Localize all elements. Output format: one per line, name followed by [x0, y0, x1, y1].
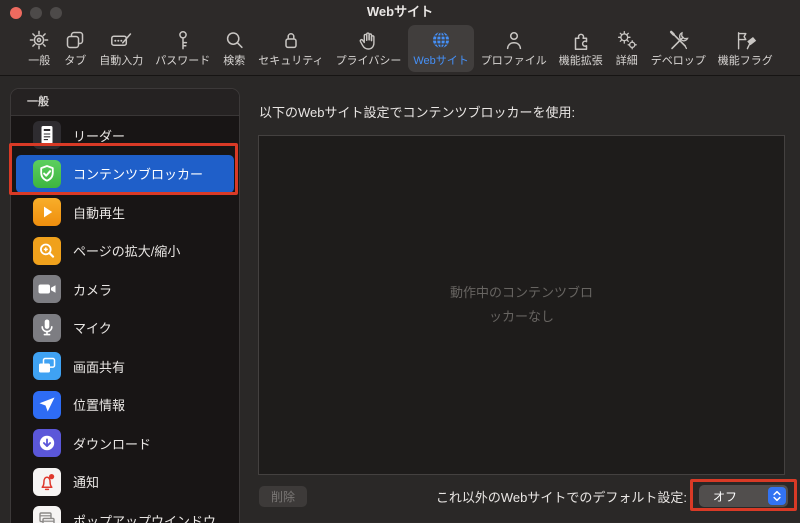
- camera-icon: [33, 275, 61, 304]
- fullscreen-button[interactable]: [50, 7, 62, 19]
- minimize-button[interactable]: [30, 7, 42, 19]
- sidebar-item-page-zoom[interactable]: ページの拡大/縮小: [16, 232, 234, 271]
- tab-privacy[interactable]: プライバシー: [331, 25, 407, 72]
- reader-icon: [33, 121, 61, 150]
- content-blockers-list[interactable]: 動作中のコンテンツブロ ッカーなし: [258, 135, 785, 475]
- remove-button[interactable]: 削除: [259, 486, 308, 507]
- sidebar-section-general: 一般: [11, 89, 239, 116]
- window-controls: [10, 7, 62, 19]
- location-icon: [33, 390, 61, 419]
- sidebar-item-label: ポップアップウインドウ: [73, 513, 217, 523]
- autofill-icon: [109, 28, 133, 52]
- sidebar-item-label: 位置情報: [73, 398, 126, 414]
- chevron-up-down-icon: [768, 487, 786, 505]
- settings-toolbar: 一般 タブ 自動入力 パスワード 検索 セキュリティ プライバシー Webサイト…: [0, 22, 800, 76]
- sidebar-item-label: ダウンロード: [73, 436, 152, 452]
- tabs-icon: [63, 28, 87, 52]
- sidebar-item-reader[interactable]: リーダー: [16, 116, 234, 155]
- hand-icon: [356, 28, 380, 52]
- sidebar-item-label: マイク: [73, 321, 112, 337]
- content-blockers-caption: 以下のWebサイト設定でコンテンツブロッカーを使用:: [259, 105, 576, 120]
- lock-icon: [279, 28, 303, 52]
- window-title: Webサイト: [366, 4, 434, 19]
- microphone-icon: [33, 313, 61, 342]
- autoplay-icon: [33, 198, 61, 227]
- search-icon: [222, 28, 246, 52]
- sidebar-item-label: 自動再生: [73, 205, 126, 221]
- screen-sharing-icon: [33, 352, 61, 381]
- tab-tabs[interactable]: タブ: [58, 25, 92, 72]
- tab-feature-flags[interactable]: 機能フラグ: [713, 25, 778, 72]
- key-icon: [171, 28, 195, 52]
- sidebar-item-autoplay[interactable]: 自動再生: [16, 193, 234, 232]
- puzzle-icon: [569, 28, 593, 52]
- tab-websites[interactable]: Webサイト: [408, 25, 474, 72]
- bottom-controls: 削除 これ以外のWebサイトでのデフォルト設定: オフ: [0, 485, 800, 509]
- default-setting-value: オフ: [713, 489, 738, 504]
- flags-icon: [733, 28, 757, 52]
- title-bar: Webサイト: [0, 0, 800, 22]
- websites-sidebar: 一般 リーダー コンテンツブロッカー 自動再生 ページの拡大/縮小 カメラ マイ…: [10, 88, 240, 523]
- default-setting-label: これ以外のWebサイトでのデフォルト設定:: [435, 489, 687, 505]
- tools-icon: [666, 28, 690, 52]
- sidebar-item-label: 画面共有: [73, 359, 126, 375]
- safari-settings-window: Webサイト 一般 タブ 自動入力 パスワード 検索 セキュリティ プライバシー…: [0, 0, 800, 523]
- sidebar-item-microphone[interactable]: マイク: [16, 309, 234, 348]
- sidebar-item-downloads[interactable]: ダウンロード: [16, 424, 234, 463]
- default-setting-group: これ以外のWebサイトでのデフォルト設定: オフ: [436, 485, 788, 507]
- tab-passwords[interactable]: パスワード: [150, 25, 215, 72]
- tab-advanced[interactable]: 詳細: [610, 25, 644, 72]
- sidebar-item-screen-sharing[interactable]: 画面共有: [16, 347, 234, 386]
- downloads-icon: [33, 429, 61, 458]
- gear-icon: [27, 28, 51, 52]
- sidebar-item-label: リーダー: [73, 128, 126, 144]
- page-zoom-icon: [33, 236, 61, 265]
- tab-general[interactable]: 一般: [22, 25, 56, 72]
- sidebar-item-content-blockers[interactable]: コンテンツブロッカー: [16, 154, 234, 193]
- person-icon: [502, 28, 526, 52]
- sidebar-item-label: コンテンツブロッカー: [73, 167, 204, 183]
- websites-settings-pane: 一般 リーダー コンテンツブロッカー 自動再生 ページの拡大/縮小 カメラ マイ…: [0, 76, 800, 523]
- close-button[interactable]: [10, 7, 22, 19]
- content-blocker-shield-icon: [33, 159, 61, 188]
- sidebar-item-location[interactable]: 位置情報: [16, 386, 234, 425]
- tab-profiles[interactable]: プロファイル: [476, 25, 552, 72]
- tab-security[interactable]: セキュリティ: [253, 25, 328, 72]
- tab-extensions[interactable]: 機能拡張: [554, 25, 608, 72]
- sidebar-item-label: ページの拡大/縮小: [73, 244, 181, 260]
- tab-search[interactable]: 検索: [217, 25, 251, 72]
- tab-autofill[interactable]: 自動入力: [94, 25, 148, 72]
- default-setting-dropdown[interactable]: オフ: [699, 485, 788, 507]
- globe-icon: [429, 28, 453, 52]
- sidebar-item-label: カメラ: [73, 282, 113, 298]
- gears-icon: [615, 28, 639, 52]
- tab-develop[interactable]: デベロップ: [646, 25, 711, 72]
- empty-state-text: 動作中のコンテンツブロ ッカーなし: [449, 285, 593, 324]
- sidebar-item-camera[interactable]: カメラ: [16, 270, 234, 309]
